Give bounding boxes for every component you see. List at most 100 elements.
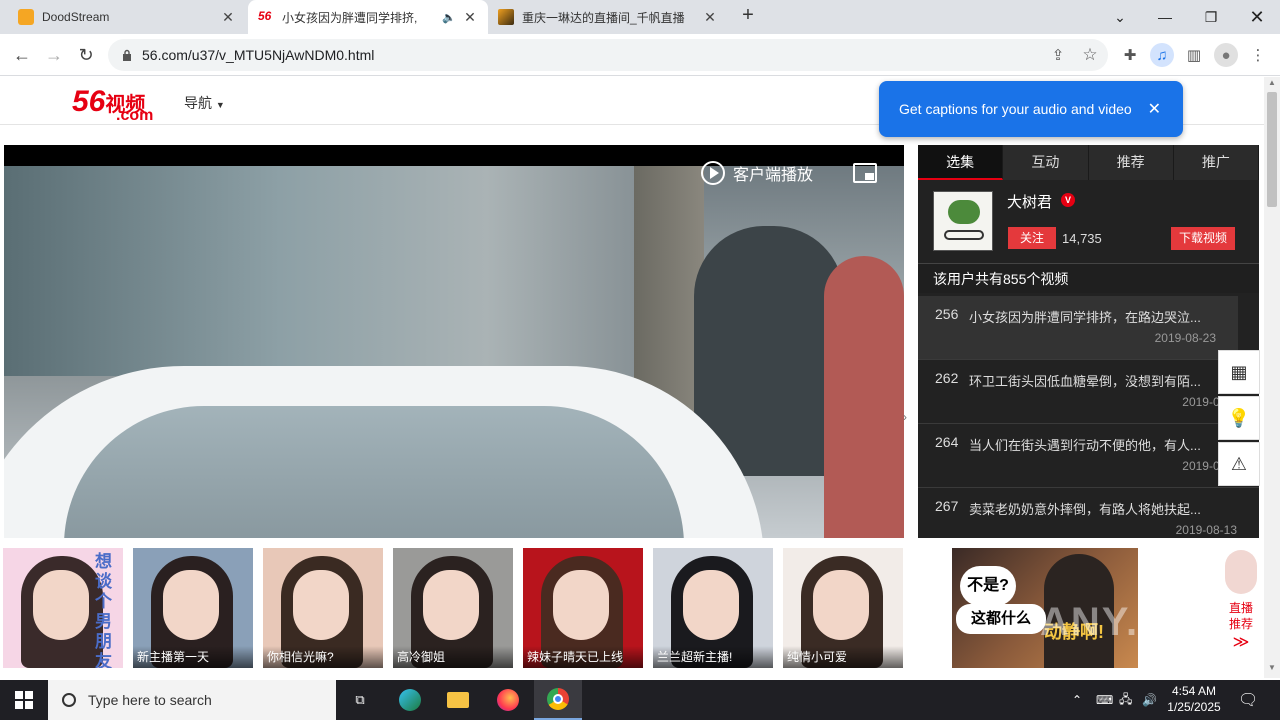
picture-in-picture-icon[interactable]	[853, 163, 877, 183]
share-icon[interactable]: ⇪	[1046, 43, 1070, 67]
list-item[interactable]: 256 小女孩因为胖遭同学排挤，在路边哭泣... 2019-08-23	[918, 296, 1238, 360]
qr-code-icon[interactable]: ▦	[1218, 350, 1260, 394]
tab-search-chevron-icon[interactable]: ⌄	[1097, 0, 1143, 34]
taskbar-search-input[interactable]: Type here to search	[48, 680, 336, 720]
new-tab-icon[interactable]: +	[737, 5, 759, 27]
avatar-glasses	[944, 230, 984, 240]
client-play-label: 客户端播放	[733, 167, 814, 184]
tab-promotion[interactable]: 推广	[1174, 145, 1259, 180]
fans-count: 14,735	[1062, 231, 1102, 246]
tab-interaction[interactable]: 互动	[1003, 145, 1089, 180]
scroll-down-icon[interactable]: ▼	[1264, 663, 1280, 677]
thumbnail-card[interactable]: 你相信光嘛?	[263, 548, 383, 668]
tab-title: 重庆一琳达的直播间_千帆直播	[522, 10, 685, 25]
thumb-caption: 辣妹子晴天已上线	[523, 646, 643, 668]
reload-icon[interactable]: ↻	[74, 43, 98, 67]
video-frame[interactable]	[4, 166, 904, 538]
thumb-caption: 你相信光嘛?	[263, 646, 383, 668]
video-list: 256 小女孩因为胖遭同学排挤，在路边哭泣... 2019-08-23 262 …	[918, 296, 1259, 538]
56-favicon-icon: 56	[258, 9, 272, 23]
windows-logo	[15, 691, 33, 709]
task-view-icon[interactable]: ⧉	[336, 680, 384, 720]
video-number: 264	[935, 434, 959, 450]
site-logo[interactable]: 56 视频 .com	[72, 85, 153, 124]
watermark: ANY.RUN	[1040, 600, 1232, 644]
page-scrollbar[interactable]: ▲ ▼	[1264, 77, 1280, 678]
video-person	[824, 256, 904, 538]
verified-badge-icon: V	[1061, 193, 1075, 207]
thumb-caption: 纯情小可爱	[783, 646, 903, 668]
thumbnail-card[interactable]: 新主播第一天	[133, 548, 253, 668]
live-avatar	[1225, 550, 1257, 594]
author-avatar[interactable]	[933, 191, 993, 251]
video-title: 当人们在街头遇到行动不便的他，有人...	[969, 438, 1201, 453]
taskbar-clock[interactable]: 4:54 AM 1/25/2025	[1164, 683, 1224, 715]
windows-start-icon[interactable]	[0, 680, 48, 720]
profile-avatar-icon[interactable]: ●	[1214, 43, 1238, 67]
follow-button[interactable]: 关注	[1008, 227, 1056, 249]
show-hidden-icons-icon[interactable]: ⌃	[1072, 680, 1082, 720]
chevron-right-icon[interactable]: ›	[903, 410, 907, 424]
nav-menu[interactable]: 导航 ▼	[184, 93, 225, 113]
network-icon[interactable]: 🖧	[1119, 680, 1132, 720]
tab-56-video[interactable]: 56 小女孩因为胖遭同学排挤, 🔈 ✕	[248, 0, 488, 34]
download-video-button[interactable]: 下载视频	[1171, 227, 1235, 250]
thumbnail-card[interactable]: 想谈个男朋友	[3, 548, 123, 668]
close-window-icon[interactable]: ✕	[1234, 0, 1280, 34]
meet-now-icon[interactable]: ⌨	[1096, 680, 1113, 720]
address-bar[interactable]: 56.com/u37/v_MTU5NjAwNDM0.html	[108, 39, 1108, 71]
video-count: 该用户共有855个视频	[918, 263, 1259, 293]
logo-number: 56	[72, 85, 106, 118]
edge-logo	[399, 689, 421, 711]
video-player[interactable]: 客户端播放	[4, 145, 904, 538]
client-play-button[interactable]: 客户端播放	[701, 161, 813, 185]
scroll-up-icon[interactable]: ▲	[1264, 78, 1280, 92]
search-placeholder: Type here to search	[88, 692, 212, 708]
thumbnail-card[interactable]: 辣妹子晴天已上线	[523, 548, 643, 668]
minimize-icon[interactable]: —	[1142, 0, 1188, 34]
caption-popup-text: Get captions for your audio and video	[899, 101, 1132, 117]
extensions-icon[interactable]: ✚	[1118, 43, 1142, 67]
close-popup-icon[interactable]: ✕	[1148, 99, 1161, 119]
file-explorer-icon[interactable]	[434, 680, 482, 720]
tab-title: DoodStream	[42, 10, 110, 24]
live-caption-icon[interactable]: ♫	[1150, 43, 1174, 67]
volume-icon[interactable]: 🔊	[1142, 680, 1157, 720]
forward-icon[interactable]: →	[42, 43, 66, 67]
caption-popup[interactable]: Get captions for your audio and video ✕	[879, 81, 1183, 137]
edge-icon[interactable]	[386, 680, 434, 720]
video-title: 环卫工街头因低血糖晕倒，没想到有陌...	[969, 374, 1201, 389]
video-car-window	[64, 406, 684, 538]
firefox-icon[interactable]	[484, 680, 532, 720]
list-item[interactable]: 267 卖菜老奶奶意外摔倒，有路人将她扶起... 2019-08-13	[918, 488, 1259, 538]
thumbnail-card[interactable]: 高冷御姐	[393, 548, 513, 668]
back-icon[interactable]: ←	[10, 43, 34, 67]
close-tab-icon[interactable]: ✕	[462, 9, 478, 26]
close-tab-icon[interactable]: ✕	[702, 9, 718, 26]
chrome-menu-icon[interactable]: ⋮	[1246, 43, 1270, 67]
chrome-icon[interactable]	[534, 680, 582, 720]
tab-doodstream[interactable]: DoodStream ✕	[8, 0, 246, 34]
list-item[interactable]: 264 当人们在街头遇到行动不便的他，有人... 2019-08-1	[918, 424, 1259, 488]
author-name[interactable]: 大树君	[1007, 191, 1052, 212]
tab-episodes[interactable]: 选集	[918, 145, 1004, 180]
close-tab-icon[interactable]: ✕	[220, 9, 236, 26]
warning-icon[interactable]: ⚠	[1218, 442, 1260, 486]
web-page: 56 视频 .com 导航 ▼ Get captions for your au…	[0, 77, 1264, 678]
tab-qianfan-live[interactable]: 重庆一琳达的直播间_千帆直播 ✕	[488, 0, 728, 34]
qianfan-favicon-icon	[498, 9, 514, 25]
tab-recommend[interactable]: 推荐	[1089, 145, 1174, 180]
thumbnail-card[interactable]: 兰兰超新主播!	[653, 548, 773, 668]
tab-audio-icon[interactable]: 🔈	[442, 11, 456, 24]
nav-label: 导航	[184, 95, 212, 111]
notification-icon[interactable]: 🗨	[1238, 680, 1258, 720]
restore-icon[interactable]: ❐	[1188, 0, 1234, 34]
side-panel-icon[interactable]: ▥	[1182, 43, 1206, 67]
thumb-face	[553, 570, 609, 640]
thumbnail-card[interactable]: 纯情小可爱	[783, 548, 903, 668]
url-text: 56.com/u37/v_MTU5NjAwNDM0.html	[142, 47, 375, 63]
bookmark-star-icon[interactable]: ☆	[1078, 43, 1102, 67]
lightbulb-icon[interactable]: 💡	[1218, 396, 1260, 440]
scrollbar-thumb[interactable]	[1267, 92, 1277, 207]
list-item[interactable]: 262 环卫工街头因低血糖晕倒，没想到有陌... 2019-08-2	[918, 360, 1259, 424]
